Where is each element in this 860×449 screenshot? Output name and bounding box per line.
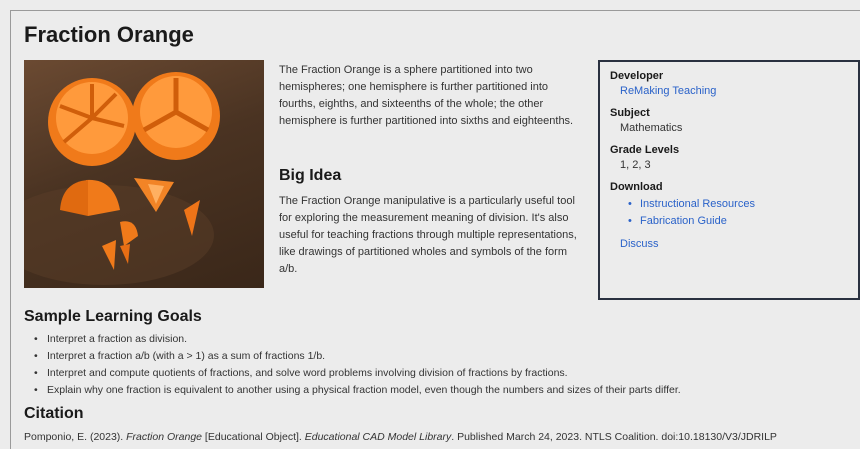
citation-type: [Educational Object]. (202, 431, 305, 443)
list-item: Interpret a fraction as division. (34, 331, 834, 348)
subject-label: Subject (610, 107, 650, 119)
learning-goals-heading: Sample Learning Goals (24, 308, 202, 325)
big-idea-text: The Fraction Orange manipulative is a pa… (279, 195, 577, 275)
citation-author: Pomponio, E. (2023). (24, 431, 127, 443)
learning-goals-list: Interpret a fraction as division. Interp… (34, 331, 834, 399)
developer-label: Developer (610, 70, 664, 82)
citation-text: Pomponio, E. (2023). Fraction Orange [Ed… (24, 431, 854, 443)
grade-levels-label: Grade Levels (610, 144, 680, 156)
page-title: Fraction Orange (24, 22, 194, 47)
list-item: Interpret and compute quotients of fract… (34, 365, 834, 382)
download-list: Instructional Resources Fabrication Guid… (610, 196, 848, 230)
big-idea-heading: Big Idea (279, 167, 342, 184)
info-sidebar: Developer ReMaking Teaching Subject Math… (598, 60, 860, 300)
citation-work-title: Fraction Orange (126, 431, 203, 443)
subject-value: Mathematics (620, 122, 683, 134)
citation-library: Educational CAD Model Library (304, 431, 452, 443)
list-item: Interpret a fraction a/b (with a > 1) as… (34, 348, 834, 365)
citation-details: . Published March 24, 2023. NTLS Coaliti… (451, 431, 777, 443)
developer-link[interactable]: ReMaking Teaching (610, 85, 848, 97)
download-instructional-resources-link[interactable]: Instructional Resources (628, 196, 848, 213)
download-label: Download (610, 181, 663, 193)
grade-levels-value: 1, 2, 3 (620, 159, 651, 171)
fraction-orange-photo (24, 60, 264, 288)
citation-heading: Citation (24, 405, 84, 422)
download-fabrication-guide-link[interactable]: Fabrication Guide (628, 213, 848, 230)
list-item: Explain why one fraction is equivalent t… (34, 382, 834, 399)
discuss-link[interactable]: Discuss (610, 238, 848, 250)
description-text: The Fraction Orange is a sphere partitio… (279, 64, 574, 127)
